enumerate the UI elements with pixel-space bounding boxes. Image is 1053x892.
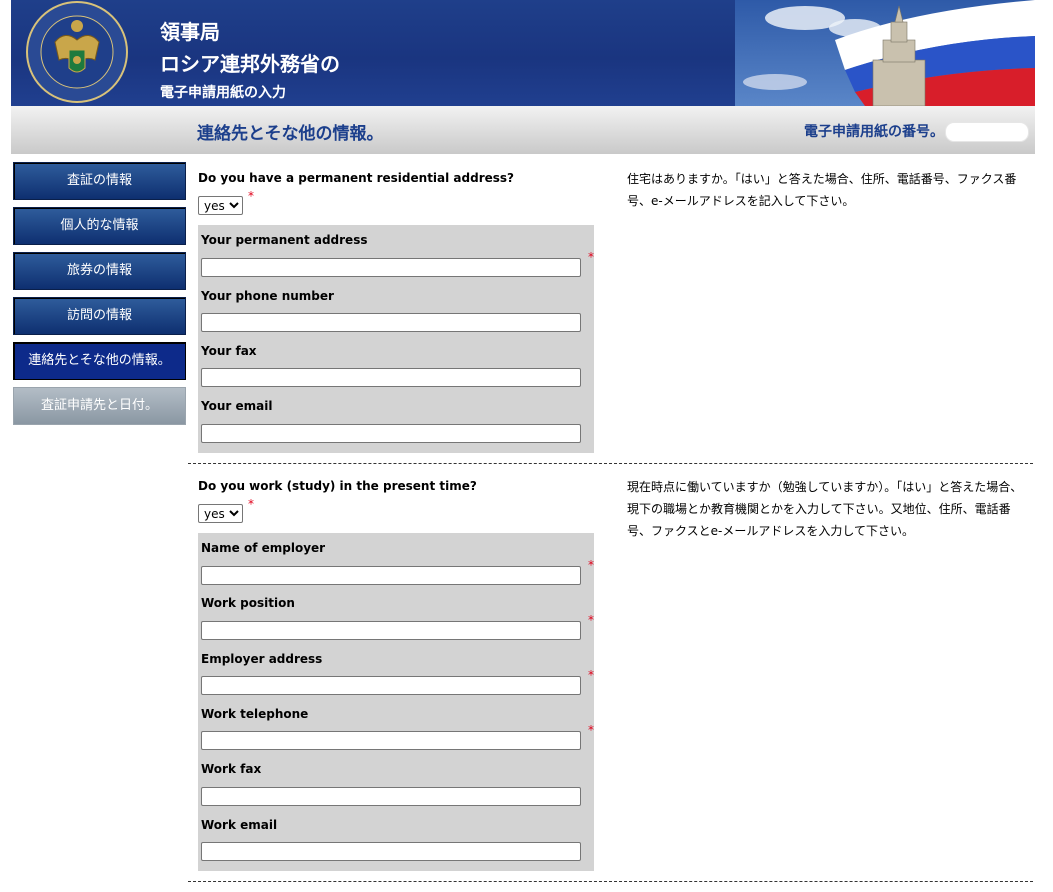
work-question: Do you work (study) in the present time? — [198, 479, 477, 493]
fax-label: Your fax — [201, 344, 257, 358]
work-position-label: Work position — [201, 596, 295, 610]
work-answer-select[interactable]: yes — [198, 504, 243, 523]
permanent-address-required-mark: * — [588, 250, 594, 264]
email-label: Your email — [201, 399, 273, 413]
residence-answer-select[interactable]: yes — [198, 196, 243, 215]
employer-name-label: Name of employer — [201, 541, 326, 555]
employer-name-input[interactable] — [201, 566, 581, 585]
page-title: 連絡先とそな他の情報。 — [197, 124, 384, 144]
permanent-address-input[interactable] — [201, 258, 581, 277]
employer-address-label: Employer address — [201, 652, 323, 666]
work-fax-input[interactable] — [201, 787, 581, 806]
header-title-line1: 領事局 — [160, 20, 220, 44]
sidebar-item-personal-info[interactable]: 個人的な情報 — [13, 207, 186, 245]
work-position-required-mark: * — [588, 613, 594, 627]
residence-fields-box: Your permanent address * Your phone numb… — [198, 225, 594, 453]
sidebar-item-application-place-date: 査証申請先と日付。 — [13, 387, 186, 425]
residence-required-mark: * — [248, 189, 254, 203]
coat-of-arms-emblem — [26, 1, 128, 103]
sidebar-item-visit-info[interactable]: 訪問の情報 — [13, 297, 186, 335]
fax-input[interactable] — [201, 368, 581, 387]
work-telephone-label: Work telephone — [201, 707, 309, 721]
header-title-line2: ロシア連邦外務省の — [160, 52, 340, 76]
employer-address-required-mark: * — [588, 668, 594, 682]
work-telephone-input[interactable] — [201, 731, 581, 750]
work-position-input[interactable] — [201, 621, 581, 640]
residence-question: Do you have a permanent residential addr… — [198, 171, 515, 185]
section-divider — [188, 463, 1033, 464]
application-number-field — [945, 122, 1029, 142]
work-email-label: Work email — [201, 818, 278, 832]
sidebar-item-contact-info[interactable]: 連絡先とそな他の情報。 — [13, 342, 186, 380]
employer-name-required-mark: * — [588, 558, 594, 572]
sky-flag-building-illustration — [735, 0, 1035, 106]
title-bar: 連絡先とそな他の情報。 電子申請用紙の番号。 — [11, 106, 1035, 154]
work-email-input[interactable] — [201, 842, 581, 861]
header-subtitle: 電子申請用紙の入力 — [160, 85, 286, 101]
employer-address-input[interactable] — [201, 676, 581, 695]
sidebar-item-visa-info[interactable]: 査証の情報 — [13, 162, 186, 200]
permanent-address-label: Your permanent address — [201, 233, 368, 247]
residence-help-text: 住宅はありますか。「はい」と答えた場合、住所、電話番号、ファクス番号、e-メール… — [627, 172, 1017, 208]
sidebar-item-passport-info[interactable]: 旅券の情報 — [13, 252, 186, 290]
email-input[interactable] — [201, 424, 581, 443]
application-number-label: 電子申請用紙の番号。 — [804, 124, 944, 140]
phone-number-label: Your phone number — [201, 289, 334, 303]
phone-number-input[interactable] — [201, 313, 581, 332]
work-telephone-required-mark: * — [588, 723, 594, 737]
work-fields-box: Name of employer * Work position * Emplo… — [198, 533, 594, 871]
work-fax-label: Work fax — [201, 762, 262, 776]
section-divider-bottom — [188, 881, 1033, 882]
site-header: 領事局 ロシア連邦外務省の 電子申請用紙の入力 — [11, 0, 1035, 106]
work-help-text: 現在時点に働いていますか（勉強していますか）。「はい」と答えた場合、現下の職場と… — [627, 480, 1023, 538]
sidebar-nav: 査証の情報 個人的な情報 旅券の情報 訪問の情報 連絡先とそな他の情報。 査証申… — [13, 162, 186, 432]
work-required-mark: * — [248, 497, 254, 511]
